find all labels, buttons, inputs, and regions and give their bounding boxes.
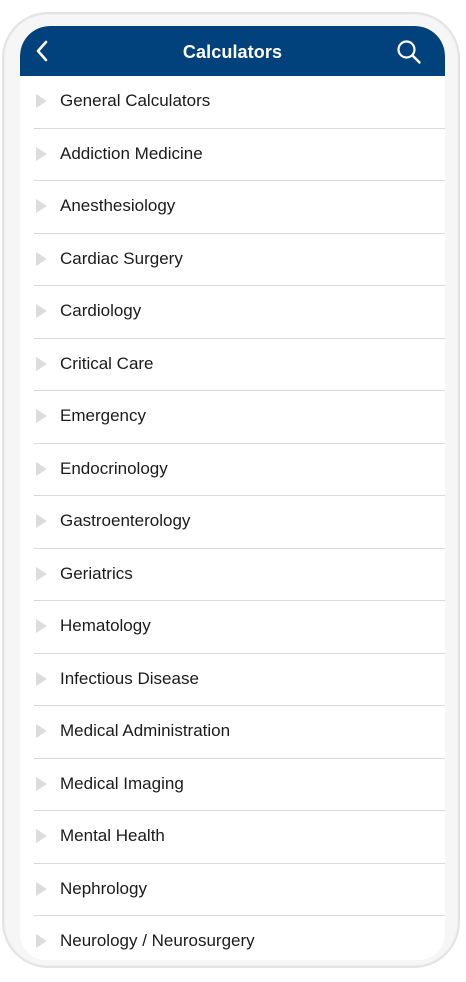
disclosure-triangle-icon xyxy=(36,566,47,581)
disclosure-triangle-icon xyxy=(36,304,47,318)
list-item-medical-imaging[interactable]: Medical Imaging xyxy=(20,759,445,812)
disclosure-triangle-icon xyxy=(36,199,47,213)
disclosure-triangle-icon xyxy=(36,776,47,791)
disclosure-triangle-icon xyxy=(36,356,47,371)
disclosure-triangle-icon xyxy=(36,409,47,423)
chevron-left-icon xyxy=(36,40,48,62)
list-item-cardiac-surgery[interactable]: Cardiac Surgery xyxy=(20,234,445,287)
disclosure-triangle-icon xyxy=(36,619,47,633)
list-item-label: Addiction Medicine xyxy=(60,143,203,163)
list-item-mental-health[interactable]: Mental Health xyxy=(20,811,445,864)
disclosure-triangle-icon xyxy=(36,934,47,948)
list-item-label: Medical Administration xyxy=(60,721,231,740)
list-item-infectious-disease[interactable]: Infectious Disease xyxy=(20,654,445,707)
list-item-gastroenterology[interactable]: Gastroenterology xyxy=(20,496,445,549)
list-item-label: Critical Care xyxy=(60,353,154,373)
disclosure-triangle-icon xyxy=(36,251,47,266)
list-item-anesthesiology[interactable]: Anesthesiology xyxy=(20,181,445,234)
list-item-cardiology[interactable]: Cardiology xyxy=(20,286,445,339)
disclosure-triangle-icon xyxy=(36,829,47,843)
list-item-label: Gastroenterology xyxy=(60,511,191,530)
list-item-addiction-medicine[interactable]: Addiction Medicine xyxy=(20,129,445,182)
list-item-general-calculators[interactable]: General Calculators xyxy=(20,76,445,129)
list-item-label: Emergency xyxy=(60,406,146,425)
list-item-neurology-neurosurgery[interactable]: Neurology / Neurosurgery xyxy=(20,916,445,960)
page-title: Calculators xyxy=(182,42,283,62)
disclosure-triangle-icon xyxy=(36,724,47,738)
list-item-label: Medical Imaging xyxy=(60,773,184,793)
list-item-label: Cardiology xyxy=(60,301,142,320)
disclosure-triangle-icon xyxy=(36,94,47,108)
list-item-label: Nephrology xyxy=(60,878,147,898)
list-item-label: Cardiac Surgery xyxy=(60,248,183,268)
list-item-label: General Calculators xyxy=(60,91,211,110)
list-item-nephrology[interactable]: Nephrology xyxy=(20,864,445,917)
calculator-category-list: General Calculators Addiction Medicine A… xyxy=(20,76,445,960)
list-item-label: Mental Health xyxy=(60,826,165,845)
list-item-emergency[interactable]: Emergency xyxy=(20,391,445,444)
list-item-geriatrics[interactable]: Geriatrics xyxy=(20,549,445,602)
list-item-medical-administration[interactable]: Medical Administration xyxy=(20,706,445,759)
disclosure-triangle-icon xyxy=(36,671,47,686)
search-icon xyxy=(397,40,421,64)
list-item-label: Hematology xyxy=(60,616,151,635)
disclosure-triangle-icon xyxy=(36,881,47,896)
app-screen: Calculators General Calculators Addictio… xyxy=(20,26,445,960)
list-item-hematology[interactable]: Hematology xyxy=(20,601,445,654)
list-item-label: Anesthesiology xyxy=(60,196,176,215)
navigation-bar: Calculators xyxy=(20,26,445,76)
list-item-label: Neurology / Neurosurgery xyxy=(60,931,255,950)
list-item-label: Endocrinology xyxy=(60,458,168,478)
list-item-label: Geriatrics xyxy=(60,563,133,583)
disclosure-triangle-icon xyxy=(36,514,47,528)
list-item-label: Infectious Disease xyxy=(60,668,199,688)
search-button[interactable] xyxy=(394,37,424,67)
list-item-endocrinology[interactable]: Endocrinology xyxy=(20,444,445,497)
disclosure-triangle-icon xyxy=(36,461,47,476)
disclosure-triangle-icon xyxy=(36,146,47,161)
back-button[interactable] xyxy=(28,37,56,65)
list-item-critical-care[interactable]: Critical Care xyxy=(20,339,445,392)
